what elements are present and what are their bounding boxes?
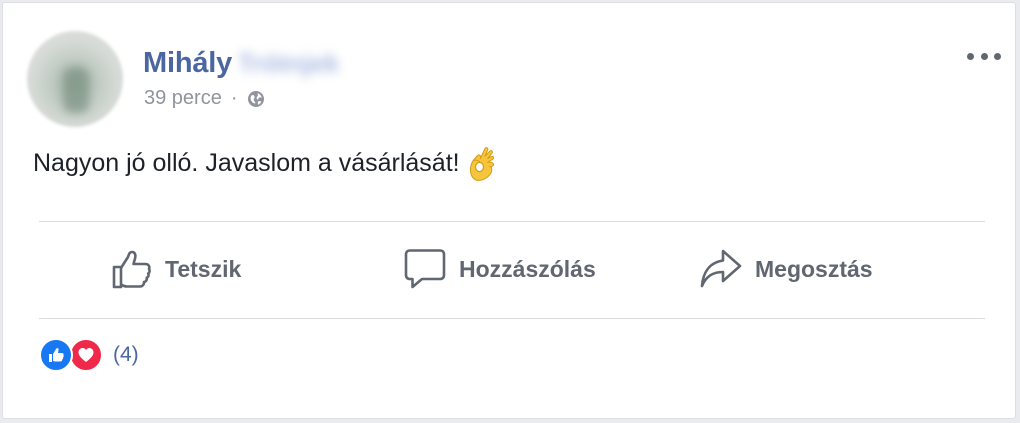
like-reaction-icon — [39, 338, 73, 372]
more-dot-1 — [967, 52, 974, 60]
post-body-text: Nagyon jó olló. Javaslom a vásárlását! — [33, 148, 460, 177]
author-avatar[interactable] — [27, 31, 123, 127]
like-reaction-thumb-icon — [49, 348, 64, 362]
author-first-name[interactable]: Mihály — [143, 47, 232, 80]
share-label: Megosztás — [755, 255, 873, 282]
avatar-image-blur — [63, 67, 89, 113]
author-last-name-redacted[interactable]: Trótnjek — [238, 48, 339, 79]
comment-label: Hozzászólás — [459, 255, 596, 282]
thumbs-up-icon — [112, 250, 151, 289]
more-dot-3 — [994, 52, 1001, 60]
divider-top — [39, 221, 985, 222]
author-name-row: Mihály Trótnjek — [143, 43, 339, 83]
post-body: Nagyon jó olló. Javaslom a vásárlását! — [33, 145, 496, 181]
action-bar: Tetszik Hozzászólás Megosztás — [39, 241, 985, 297]
like-label: Tetszik — [165, 255, 242, 282]
more-dot-2 — [980, 52, 988, 60]
share-arrow-icon — [700, 249, 742, 288]
more-options-icon[interactable] — [967, 49, 1001, 63]
like-button[interactable]: Tetszik — [111, 241, 241, 297]
post-timestamp[interactable]: 39 perce — [144, 87, 222, 110]
comment-button[interactable]: Hozzászólás — [403, 241, 596, 297]
comment-bubble-icon — [404, 249, 446, 289]
heart-icon — [78, 348, 94, 362]
globe-icon[interactable] — [247, 90, 265, 108]
ok-hand-emoji-icon — [469, 147, 494, 181]
reaction-count[interactable]: (4) — [113, 343, 139, 367]
share-button[interactable]: Megosztás — [699, 241, 873, 297]
love-reaction-icon — [69, 338, 103, 372]
post-card: Mihály Trótnjek 39 perce · Nagyon jó oll… — [2, 2, 1016, 419]
reactions-summary[interactable]: (4) — [39, 336, 139, 374]
divider-bottom — [39, 318, 985, 319]
post-meta: 39 perce · — [144, 87, 265, 110]
meta-separator: · — [230, 87, 238, 109]
